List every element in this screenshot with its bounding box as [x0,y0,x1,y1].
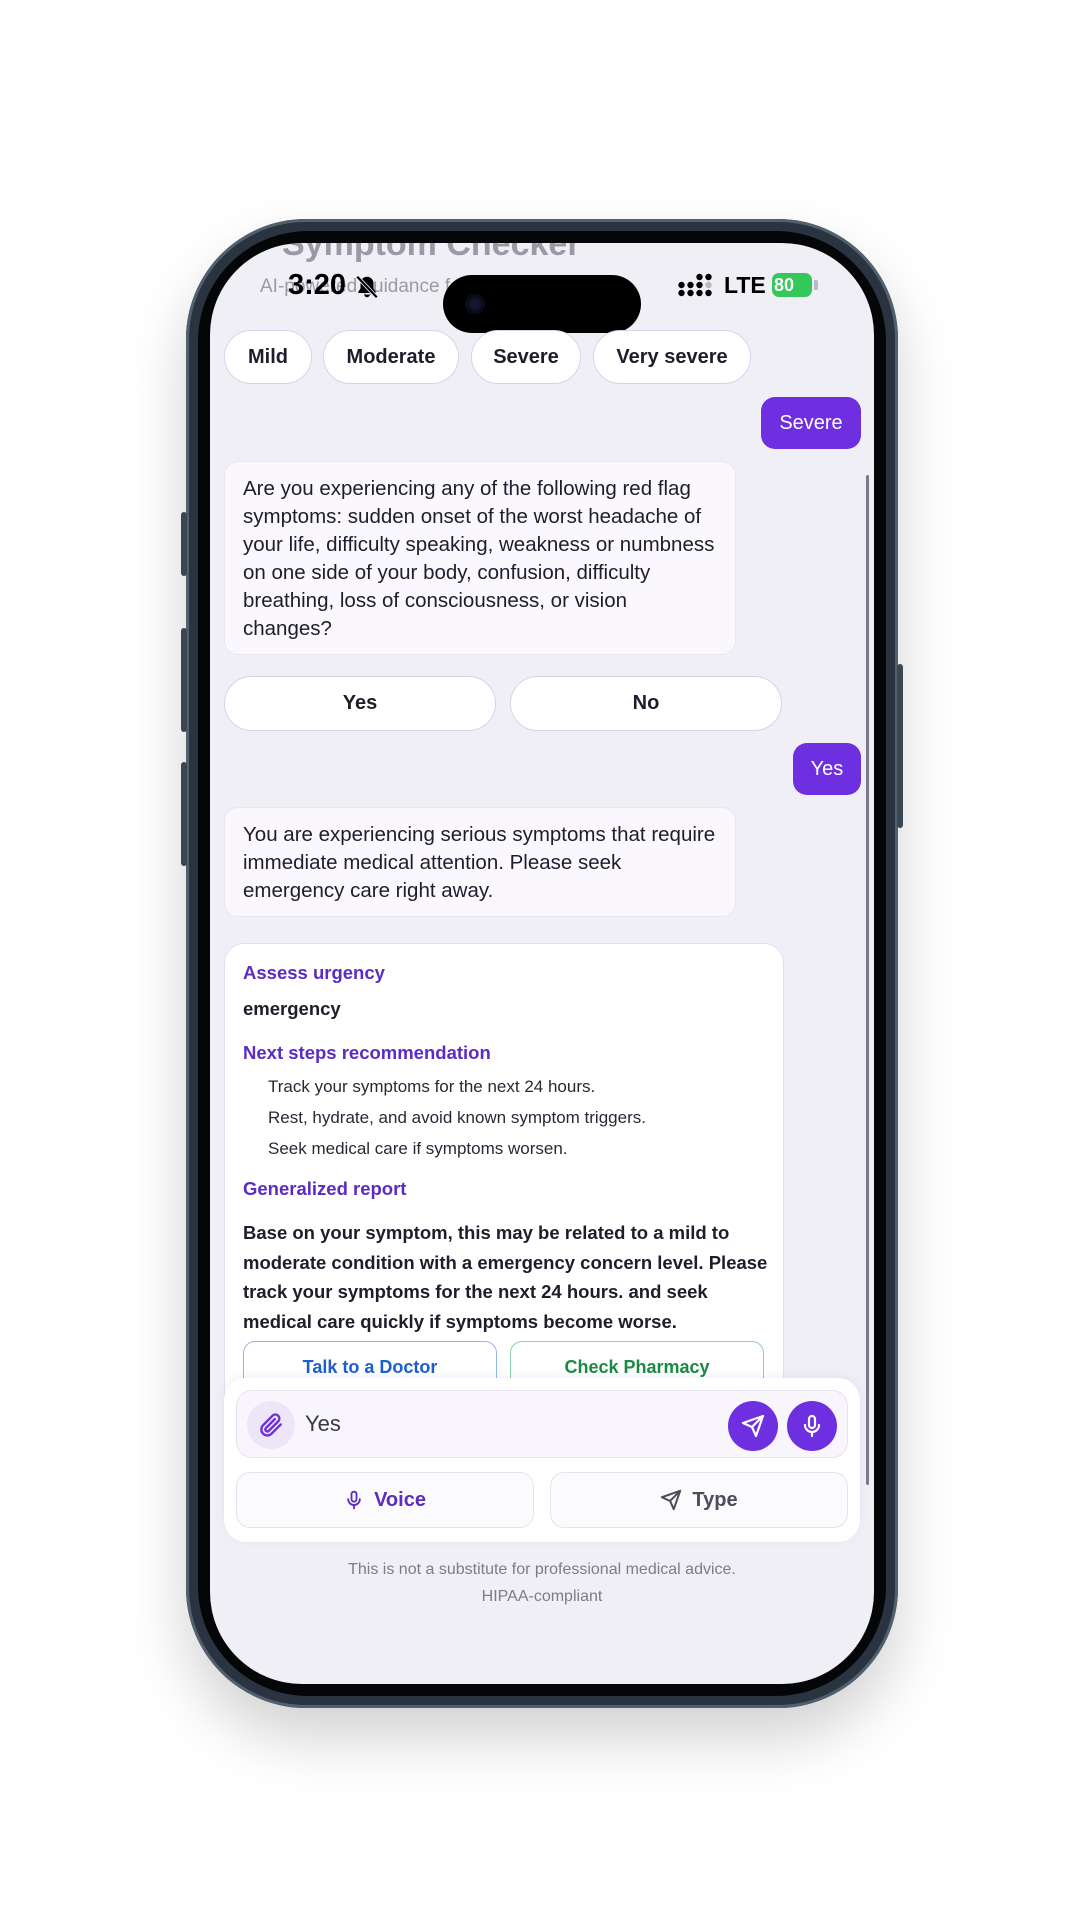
type-mode-label: Type [692,1488,738,1511]
status-time: 3:20 [288,269,347,301]
scrollbar[interactable] [866,475,869,1485]
chip-severe[interactable]: Severe [471,330,581,384]
message-input[interactable]: Yes [236,1390,848,1458]
compliance-text: HIPAA-compliant [481,1588,603,1605]
urgency-value: emergency [243,998,341,1019]
voice-mode-label: Voice [374,1488,426,1511]
stage: Symptom Checker AI-powered guidance for … [0,0,1080,1920]
network-label: LTE [724,272,766,298]
next-step-item: Seek medical care if symptoms worsen. [268,1139,568,1158]
report-text: Base on your symptom, this may be relate… [243,1222,768,1332]
chip-mild[interactable]: Mild [224,330,312,384]
disclaimer-text: This is not a substitute for professiona… [348,1561,736,1578]
microphone-icon [803,1414,821,1438]
bot-message-red-flags: Are you experiencing any of the followin… [224,461,736,655]
microphone-icon [347,1490,361,1510]
urgency-heading: Assess urgency [243,962,385,983]
bot-message-emergency: You are experiencing serious symptoms th… [224,807,736,917]
message-composer: Yes Voice Type [224,1378,860,1542]
next-step-item: Rest, hydrate, and avoid known symptom t… [268,1108,646,1127]
volume-up-button [181,628,187,732]
user-message-severe: Severe [761,397,861,449]
send-icon [661,1489,682,1511]
report-heading: Generalized report [243,1178,407,1199]
voice-mode-button[interactable]: Voice [236,1472,534,1528]
assessment-card: Assess urgency emergency Next steps reco… [224,943,784,1417]
power-button [897,664,903,828]
screen: Symptom Checker AI-powered guidance for … [210,243,874,1684]
paperclip-icon [260,1413,282,1437]
next-step-item: Track your symptoms for the next 24 hour… [268,1077,596,1096]
type-mode-button[interactable]: Type [550,1472,848,1528]
attach-button[interactable] [247,1401,295,1449]
chip-very-severe[interactable]: Very severe [593,330,751,384]
battery-tip [814,280,818,290]
action-button [181,512,187,576]
next-steps-heading: Next steps recommendation [243,1042,491,1063]
send-button[interactable] [728,1401,778,1451]
message-input-value[interactable]: Yes [305,1411,341,1437]
microphone-button[interactable] [787,1401,837,1451]
signal-icon [678,273,712,297]
send-icon [741,1414,765,1438]
dynamic-island [443,275,641,333]
user-message-yes: Yes [793,743,861,795]
camera-dot [465,294,485,314]
battery-indicator: 80 [772,273,812,297]
answer-no-button[interactable]: No [510,676,782,731]
answer-yes-button[interactable]: Yes [224,676,496,731]
app-title: Symptom Checker [282,243,581,263]
chip-moderate[interactable]: Moderate [323,330,459,384]
volume-down-button [181,762,187,866]
bell-slash-icon [355,275,379,299]
